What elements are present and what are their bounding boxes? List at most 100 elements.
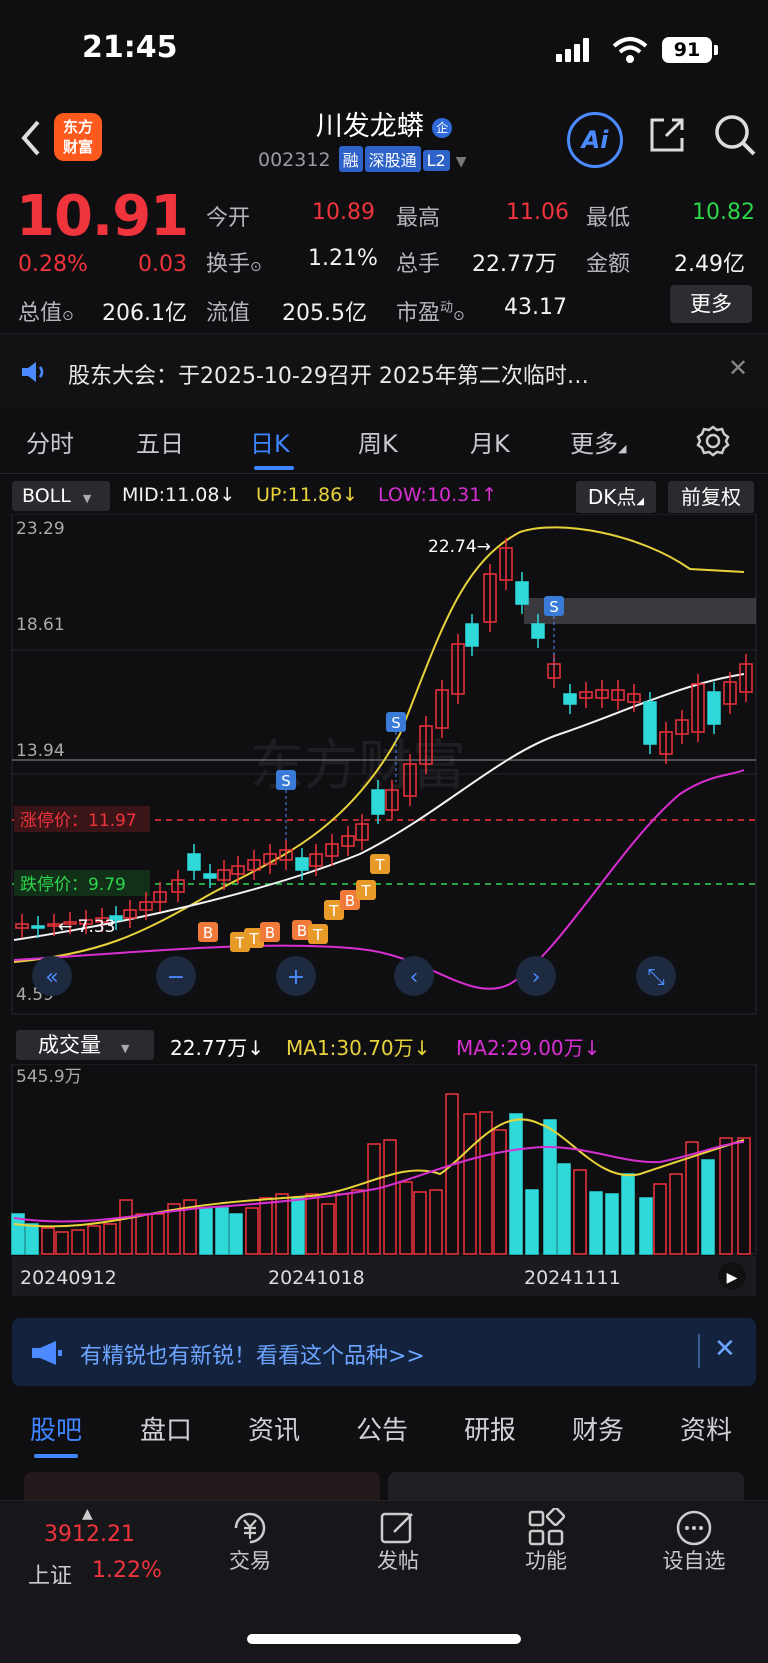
function-grid-icon[interactable]	[526, 1508, 566, 1548]
chart-control-icon: −	[167, 965, 185, 990]
trade-marker-label: T	[248, 930, 259, 948]
nav-trade[interactable]: 交易	[200, 1545, 300, 1575]
watchlist-icon[interactable]	[674, 1508, 714, 1548]
trade-marker-label: B	[297, 922, 307, 940]
sell-marker-label: S	[391, 714, 401, 732]
status-bar: 21:45 91	[0, 0, 768, 100]
post-icon[interactable]	[378, 1508, 418, 1548]
volume-bar	[639, 1197, 653, 1255]
more-button[interactable]: 更多	[670, 285, 752, 323]
volume-bar	[135, 1213, 149, 1255]
tab-guba[interactable]: 股吧	[30, 1410, 82, 1447]
megaphone-icon	[32, 1341, 62, 1365]
adjust-button[interactable]: 前复权	[668, 481, 754, 513]
kline-panel[interactable]: BOLL ▼ MID:11.08↓ UP:11.86↓ LOW:10.31↑ DK…	[0, 478, 768, 1023]
notice-bar[interactable]: 股东大会：于2025-10-29召开 2025年第二次临时… ✕	[0, 333, 768, 408]
dk-point-button[interactable]: DK点◢	[576, 481, 656, 513]
promo-text: 有精锐也有新锐！看看这个品种>>	[80, 1344, 425, 1369]
stock-code-line[interactable]: 002312 融深股通 L2 ▼	[258, 146, 467, 172]
trade-marker-label: T	[312, 926, 323, 944]
close-icon[interactable]: ✕	[714, 1334, 736, 1364]
promo-divider	[698, 1334, 700, 1368]
nav-post[interactable]: 发帖	[348, 1545, 448, 1575]
volume-bar	[701, 1159, 715, 1255]
amount-value: 2.49亿	[674, 252, 745, 277]
volume-bar	[557, 1163, 571, 1255]
tab-announcement[interactable]: 公告	[356, 1410, 408, 1447]
change-pct: 0.28%	[18, 252, 88, 277]
tab-news[interactable]: 资讯	[248, 1410, 300, 1447]
tab-weekly-k[interactable]: 周K	[358, 424, 398, 459]
volume-bar	[71, 1229, 85, 1255]
change-amount: 0.03	[138, 252, 187, 277]
volume-bar	[719, 1137, 733, 1255]
index-name[interactable]: 上证	[28, 1558, 72, 1590]
index-value[interactable]: 3912.21	[44, 1522, 135, 1547]
ai-button[interactable]: Ai	[567, 112, 623, 168]
volume-value: 22.77万	[472, 252, 557, 277]
tab-5day[interactable]: 五日	[136, 424, 184, 459]
tab-monthly-k[interactable]: 月K	[470, 424, 510, 459]
notice-text: 股东大会：于2025-10-29召开 2025年第二次临时…	[68, 364, 589, 389]
volume-bar	[321, 1203, 335, 1255]
date-label: 20241111	[524, 1267, 621, 1289]
close-icon[interactable]: ✕	[728, 354, 748, 382]
index-pct[interactable]: 1.22%	[92, 1558, 162, 1583]
low-label: 最低	[586, 206, 631, 231]
amount-label: 金额	[586, 252, 631, 277]
turnover-value: 1.21%	[308, 246, 378, 271]
volume-label: 总手	[396, 252, 441, 277]
company-badge-icon: 企	[432, 117, 453, 138]
volume-bar	[199, 1207, 213, 1255]
speaker-icon	[22, 362, 44, 382]
y-tick-label: 13.94	[16, 741, 65, 761]
last-price: 10.91	[16, 184, 189, 249]
kline-chart[interactable]: 23.2918.6113.944.59东方财富涨停价：11.97跌停价：9.79…	[0, 514, 768, 1020]
volume-bar	[351, 1189, 365, 1255]
wifi-icon	[612, 37, 648, 63]
volume-bar	[493, 1129, 507, 1255]
open-value: 10.89	[312, 200, 375, 225]
search-icon[interactable]	[712, 112, 758, 158]
tab-pankou[interactable]: 盘口	[140, 1410, 192, 1447]
chart-control-icon: ›	[532, 965, 541, 990]
tab-timeshare[interactable]: 分时	[26, 424, 74, 459]
volume-panel[interactable]: 成交量 ▼ 22.77万↓ MA1:30.70万↓ MA2:29.00万↓ 545…	[0, 1028, 768, 1308]
volume-bar	[151, 1213, 165, 1255]
boll-up: UP:11.86↓	[256, 484, 359, 506]
tab-daily-k[interactable]: 日K	[250, 424, 290, 459]
nav-function[interactable]: 功能	[496, 1545, 596, 1575]
volume-bar	[87, 1225, 101, 1255]
tab-profile[interactable]: 资料	[680, 1410, 732, 1447]
tag-margin: 融	[338, 146, 363, 172]
volume-bar	[229, 1213, 243, 1255]
limit-up-label: 涨停价：11.97	[20, 811, 137, 831]
content-tabs: 股吧 盘口 资讯 公告 研报 财务 资料	[0, 1400, 768, 1470]
tab-research[interactable]: 研报	[464, 1410, 516, 1447]
volume-bar	[543, 1119, 557, 1255]
promo-banner[interactable]: 有精锐也有新锐！看看这个品种>> ✕	[12, 1318, 756, 1386]
mcap-label: 总值⊙	[18, 301, 74, 326]
nav-watchlist[interactable]: 设自选	[644, 1545, 744, 1575]
volume-bar	[25, 1223, 39, 1255]
volume-select[interactable]: 成交量 ▼	[16, 1030, 154, 1060]
share-icon[interactable]	[646, 114, 688, 156]
tab-more[interactable]: 更多◢	[570, 424, 626, 459]
volume-chart[interactable]: 545.9万 20240912 20241018 20241111 ▶	[0, 1064, 768, 1308]
settings-gear-icon[interactable]	[696, 424, 730, 458]
volume-bar	[463, 1113, 477, 1255]
volume-bar	[275, 1193, 289, 1255]
candle-body	[707, 691, 721, 725]
volume-y-label: 545.9万	[16, 1067, 82, 1087]
trade-icon[interactable]	[230, 1508, 270, 1548]
indicator-select[interactable]: BOLL ▼	[12, 481, 110, 511]
play-icon: ▶	[727, 1270, 738, 1286]
volume-bar	[383, 1139, 397, 1255]
float-cap-value: 205.5亿	[282, 301, 367, 326]
y-tick-label: 18.61	[16, 615, 65, 635]
date-label: 20241018	[268, 1267, 365, 1289]
trade-marker-label: T	[328, 902, 339, 920]
tab-finance[interactable]: 财务	[572, 1410, 624, 1447]
volume-bar	[429, 1189, 443, 1255]
boll-low: LOW:10.31↑	[378, 484, 498, 506]
